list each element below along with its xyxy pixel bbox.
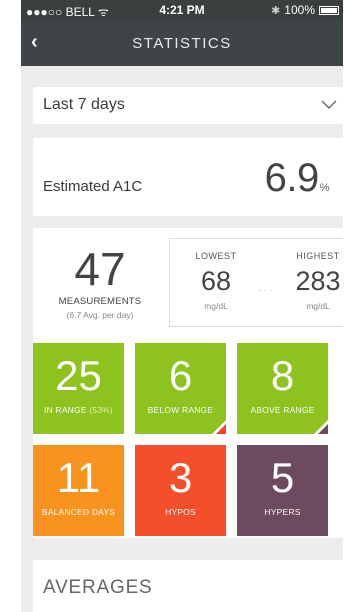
phone-screen: ●●●○○ BELL ᯤ 4:21 PM ✱ 100% ‹ STATISTICS…	[21, 0, 343, 612]
in-range-label: IN RANGE (53%)	[44, 405, 113, 415]
page-title: STATISTICS	[132, 35, 232, 52]
tile-in-range[interactable]: 25 IN RANGE (53%)	[33, 343, 124, 434]
lowest-col: LOWEST 68 mg/dL	[176, 251, 256, 311]
period-selected-value: Last 7 days	[43, 96, 125, 113]
hypers-label: HYPERS	[264, 507, 301, 517]
lowest-value: 68	[200, 266, 232, 296]
tile-hypers[interactable]: 5 HYPERS	[237, 445, 328, 536]
highest-col: HIGHEST 283 mg/dL	[278, 251, 343, 311]
hypos-label: HYPOS	[165, 507, 196, 517]
lowest-label: LOWEST	[195, 251, 237, 261]
tile-corner-marker-purple	[318, 424, 328, 434]
range-box: LOWEST 68 mg/dL ··· HIGHEST 283 mg/dL	[169, 238, 343, 327]
highest-label: HIGHEST	[296, 251, 340, 261]
a1c-unit: %	[319, 182, 330, 194]
tile-hypos[interactable]: 3 HYPOS	[135, 445, 226, 536]
highest-unit: mg/dL	[306, 301, 330, 311]
tile-corner-marker-red	[216, 424, 226, 434]
tile-balanced-days[interactable]: 11 BALANCED DAYS	[33, 445, 124, 536]
highest-value: 283	[295, 266, 341, 296]
range-dots: ···	[258, 285, 274, 296]
above-range-value: 8	[270, 352, 295, 399]
battery-icon	[319, 5, 339, 15]
period-select[interactable]: Last 7 days	[33, 87, 343, 124]
tile-above-range[interactable]: 8 ABOVE RANGE	[237, 343, 328, 434]
measurement-count-label: MEASUREMENTS	[58, 296, 142, 307]
averages-section: AVERAGES	[33, 560, 343, 612]
measurements-card: 47 MEASUREMENTS (6.7 Avg. per day) LOWES…	[33, 228, 343, 538]
measurement-avg: (6.7 Avg. per day)	[66, 310, 134, 320]
below-range-value: 6	[168, 352, 193, 399]
chevron-down-icon	[321, 100, 337, 109]
tile-below-range[interactable]: 6 BELOW RANGE	[135, 343, 226, 434]
balanced-days-label: BALANCED DAYS	[41, 507, 116, 517]
a1c-card: Estimated A1C 6.9%	[33, 138, 343, 216]
bluetooth-icon: ✱	[271, 4, 281, 17]
status-right: ✱ 100%	[271, 3, 339, 17]
in-range-value: 25	[55, 352, 102, 399]
hypers-value: 5	[270, 454, 295, 501]
measurement-count-value: 47	[74, 243, 126, 295]
hypos-value: 3	[168, 454, 193, 501]
nav-bar: ‹ STATISTICS	[21, 20, 343, 66]
status-bar: ●●●○○ BELL ᯤ 4:21 PM ✱ 100%	[21, 0, 343, 20]
in-range-percent: (53%)	[89, 405, 113, 415]
above-range-label: ABOVE RANGE	[250, 405, 315, 415]
lowest-unit: mg/dL	[204, 301, 228, 311]
a1c-value: 6.9%	[264, 156, 330, 200]
battery-percent: 100%	[284, 3, 315, 17]
averages-title: AVERAGES	[43, 577, 153, 598]
below-range-label: BELOW RANGE	[147, 405, 214, 415]
balanced-days-value: 11	[56, 454, 101, 501]
measurement-count: 47 MEASUREMENTS (6.7 Avg. per day)	[43, 246, 157, 320]
a1c-label: Estimated A1C	[43, 178, 143, 195]
